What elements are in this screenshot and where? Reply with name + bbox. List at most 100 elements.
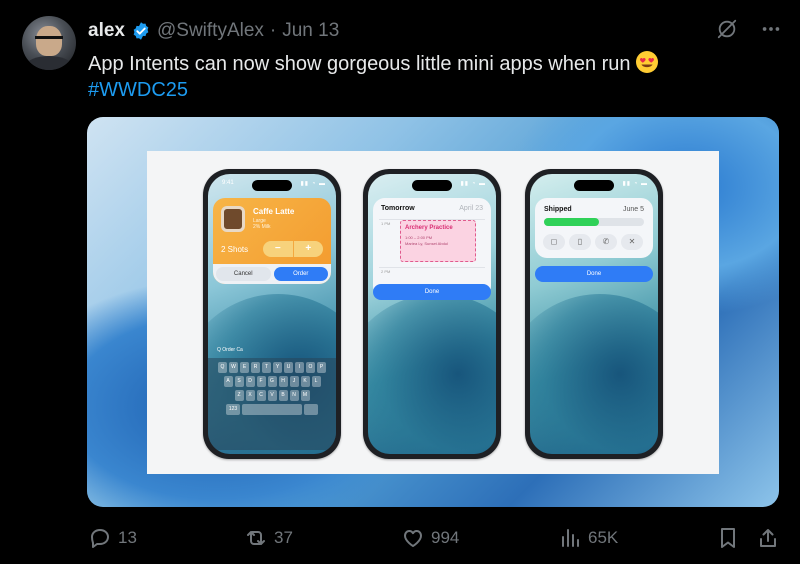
reply-count: 13: [118, 528, 137, 547]
key-m: M: [300, 390, 310, 401]
avatar[interactable]: [22, 16, 76, 70]
status-icons: ▮▮ ◔ ▬: [300, 181, 326, 187]
coffee-actions: Cancel Order: [213, 264, 331, 284]
calendar-day: Tomorrow: [381, 205, 415, 212]
tweet-action-bar: 13 37 994 65K: [88, 526, 788, 550]
key-g: G: [267, 376, 277, 387]
keyboard-row: QWERTYUIOP: [211, 362, 333, 373]
key-123: 123: [226, 404, 240, 415]
key-return: [304, 404, 318, 415]
key-f: F: [256, 376, 266, 387]
key-v: V: [267, 390, 277, 401]
key-j: J: [289, 376, 299, 387]
key-l: L: [311, 376, 321, 387]
hour-line: [379, 267, 485, 268]
tweet-date[interactable]: Jun 13: [282, 20, 339, 42]
reply-button[interactable]: 13: [88, 526, 137, 550]
heart-eyes-emoji-icon: [635, 51, 658, 73]
grok-icon[interactable]: [716, 18, 738, 40]
separator-dot: ·: [269, 20, 277, 41]
views-button[interactable]: 65K: [558, 526, 618, 550]
keyboard-row: 123: [211, 404, 333, 415]
tweet-media-image[interactable]: 9:41 ▮▮ ◔ ▬ Caffe Latte Large 2% Milk 2 …: [87, 117, 779, 507]
key-w: W: [229, 362, 238, 373]
coffee-details: Large 2% Milk: [253, 218, 271, 230]
like-count: 994: [431, 528, 460, 547]
on-screen-keyboard: QWERTYUIOP ASDFGHJKL ZXCVBNM 123: [208, 358, 336, 450]
key-k: K: [300, 376, 310, 387]
coffee-title: Caffe Latte: [253, 207, 295, 216]
shots-stepper: − +: [263, 241, 323, 257]
calendar-event: Archery Practice 1:00 – 2:00 PM Mariea L…: [400, 220, 476, 262]
wallpaper-swirl: [368, 294, 496, 454]
heart-icon: [404, 530, 422, 547]
shipping-actions: ◻ ▯ ✆ ✕: [543, 234, 643, 250]
key-z: Z: [234, 390, 244, 401]
dynamic-island: [252, 180, 292, 191]
reply-icon: [91, 529, 109, 548]
phone-mockup-calendar: ▮▮ ◔ ▬ Tomorrow April 23 1 PM Archery Pr…: [363, 169, 501, 459]
event-title: Archery Practice: [405, 225, 453, 231]
key-s: S: [234, 376, 244, 387]
event-location: Mariea Ly, Sunset Abdul: [405, 241, 448, 246]
status-icons: ▮▮ ◔ ▬: [622, 181, 648, 187]
order-button: Order: [273, 267, 328, 281]
bookmark-button[interactable]: [716, 526, 740, 550]
keyboard-row: ASDFGHJKL: [211, 376, 333, 387]
key-d: D: [245, 376, 255, 387]
phone-mockup-shipping: ▮▮ ◔ ▬ Shipped June 5 ◻ ▯ ✆ ✕ Done: [525, 169, 663, 459]
hour-label-top: 1 PM: [381, 221, 391, 226]
key-a: A: [223, 376, 233, 387]
tweet-body: App Intents can now show gorgeous little…: [88, 50, 778, 103]
key-e: E: [240, 362, 249, 373]
key-y: Y: [273, 362, 282, 373]
status-icons: ▮▮ ◔ ▬: [460, 181, 486, 187]
dynamic-island: [574, 180, 614, 191]
top-right-actions: [716, 18, 782, 40]
phone-mockup-coffee: 9:41 ▮▮ ◔ ▬ Caffe Latte Large 2% Milk 2 …: [203, 169, 341, 459]
shots-label: 2 Shots: [221, 245, 249, 254]
key-r: R: [251, 362, 260, 373]
calendar-date: April 23: [459, 205, 483, 212]
coffee-milk: 2% Milk: [253, 224, 271, 230]
verified-badge-icon: [133, 22, 149, 40]
calendar-event-card: Tomorrow April 23 1 PM Archery Practice …: [373, 198, 491, 298]
spotlight-search-field: Q Order Ca: [217, 347, 243, 353]
key-n: N: [289, 390, 299, 401]
tweet-header: alex @SwiftyAlex · Jun 13: [88, 20, 339, 42]
share-icon: [760, 529, 776, 547]
key-space: [242, 404, 302, 415]
minus-button: −: [263, 241, 294, 257]
tweet-text: App Intents can now show gorgeous little…: [88, 53, 631, 75]
message-icon: ◻: [543, 234, 565, 250]
like-button[interactable]: 994: [401, 526, 459, 550]
repost-count: 37: [274, 528, 293, 547]
key-q: Q: [218, 362, 227, 373]
repost-icon: [247, 531, 265, 545]
document-icon: ▯: [569, 234, 591, 250]
coffee-order-card: Caffe Latte Large 2% Milk 2 Shots − + Ca…: [213, 198, 331, 284]
event-details: 1:00 – 2:00 PM Mariea Ly, Sunset Abdul: [405, 235, 448, 247]
share-button[interactable]: [756, 526, 780, 550]
close-icon: ✕: [621, 234, 643, 250]
hashtag-link[interactable]: #WWDC25: [88, 77, 778, 103]
key-c: C: [256, 390, 266, 401]
shipping-title: Shipped: [544, 206, 572, 213]
coffee-cup-icon: [221, 206, 245, 232]
author-name[interactable]: alex: [88, 20, 125, 42]
avatar-glasses: [35, 36, 63, 43]
presentation-slide: 9:41 ▮▮ ◔ ▬ Caffe Latte Large 2% Milk 2 …: [147, 151, 719, 474]
more-options-icon[interactable]: [760, 18, 782, 40]
key-x: X: [245, 390, 255, 401]
shipping-progress-fill: [544, 218, 599, 226]
key-t: T: [262, 362, 271, 373]
cancel-button: Cancel: [216, 267, 271, 281]
author-handle[interactable]: @SwiftyAlex: [157, 20, 264, 42]
key-b: B: [278, 390, 288, 401]
dynamic-island: [412, 180, 452, 191]
phone-screen: ▮▮ ◔ ▬ Tomorrow April 23 1 PM Archery Pr…: [368, 174, 496, 454]
phone-icon: ✆: [595, 234, 617, 250]
bookmark-icon: [721, 528, 735, 548]
key-u: U: [284, 362, 293, 373]
repost-button[interactable]: 37: [244, 526, 293, 550]
